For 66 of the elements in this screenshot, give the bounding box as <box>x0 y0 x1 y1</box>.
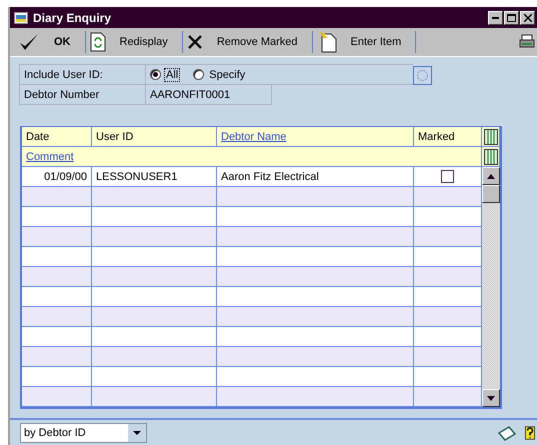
table-cell <box>414 227 482 247</box>
table-cell <box>22 347 92 367</box>
field-label: Include User ID: <box>24 68 103 80</box>
column-header: Date <box>26 130 50 142</box>
checkmark-icon <box>18 32 40 52</box>
table-cell <box>22 247 92 267</box>
table-cell <box>22 387 92 407</box>
column-chooser-icon[interactable] <box>484 148 498 164</box>
window-title: Diary Enquiry <box>33 10 112 24</box>
radio-button[interactable] <box>193 69 204 80</box>
table-cell: Aaron Fitz Electrical <box>217 167 414 187</box>
column-header: Marked <box>418 130 455 142</box>
close-icon <box>186 34 203 50</box>
radio-button[interactable] <box>150 69 161 80</box>
toolbar-button[interactable]: Redisplay <box>86 29 182 55</box>
checkbox[interactable] <box>441 170 454 183</box>
table-cell <box>22 307 92 327</box>
minimize-button[interactable] <box>488 10 503 24</box>
window-icon <box>14 12 28 24</box>
table-cell <box>22 367 92 387</box>
table-cell <box>414 387 482 407</box>
toolbar-button[interactable]: Enter Item <box>312 29 416 55</box>
sort-dropdown[interactable]: by Debtor ID <box>20 422 147 442</box>
help-icon[interactable] <box>525 426 535 440</box>
field-value: AARONFIT0001 <box>150 88 230 100</box>
toolbar-button[interactable]: Remove Marked <box>182 29 312 55</box>
column-header[interactable]: Debtor Name <box>221 130 286 142</box>
table-cell: LESSONUSER1 <box>92 167 217 187</box>
scrollbar-thumb[interactable] <box>482 185 500 203</box>
column-chooser-icon[interactable] <box>484 128 498 144</box>
lookup-icon <box>416 68 429 82</box>
table-cell <box>414 367 482 387</box>
table-cell <box>22 287 92 307</box>
table-cell <box>22 227 92 247</box>
table-cell <box>414 207 482 227</box>
close-button[interactable] <box>520 10 535 24</box>
caret-icon <box>133 430 141 434</box>
maximize-icon <box>507 14 516 22</box>
minimize-icon <box>492 16 499 18</box>
note-icon[interactable] <box>497 424 517 440</box>
up-arrow-icon[interactable] <box>487 174 495 178</box>
down-arrow-icon[interactable] <box>487 396 495 400</box>
column-header[interactable]: Comment <box>26 150 74 162</box>
table-cell <box>414 327 482 347</box>
maximize-button[interactable] <box>504 10 519 24</box>
close-icon <box>524 14 532 22</box>
toolbar-button[interactable]: OK <box>14 29 84 55</box>
table-cell <box>414 347 482 367</box>
table-cell <box>22 267 92 287</box>
table-cell <box>414 247 482 267</box>
radio-option[interactable]: All <box>150 68 180 80</box>
column-header: User ID <box>96 130 134 142</box>
printer-icon[interactable] <box>519 34 535 50</box>
table-cell <box>22 327 92 347</box>
table-cell <box>22 187 92 207</box>
lookup-button[interactable] <box>413 66 432 84</box>
table-cell <box>22 207 92 227</box>
scrollbar[interactable] <box>482 167 500 407</box>
new-document-icon <box>316 31 337 53</box>
table-cell <box>414 287 482 307</box>
table-cell <box>414 267 482 287</box>
table-cell <box>414 307 482 327</box>
field-label: Debtor Number <box>24 88 100 100</box>
table-cell: 01/09/00 <box>22 167 92 187</box>
refresh-icon <box>90 32 106 52</box>
radio-option[interactable]: Specify <box>193 68 246 80</box>
